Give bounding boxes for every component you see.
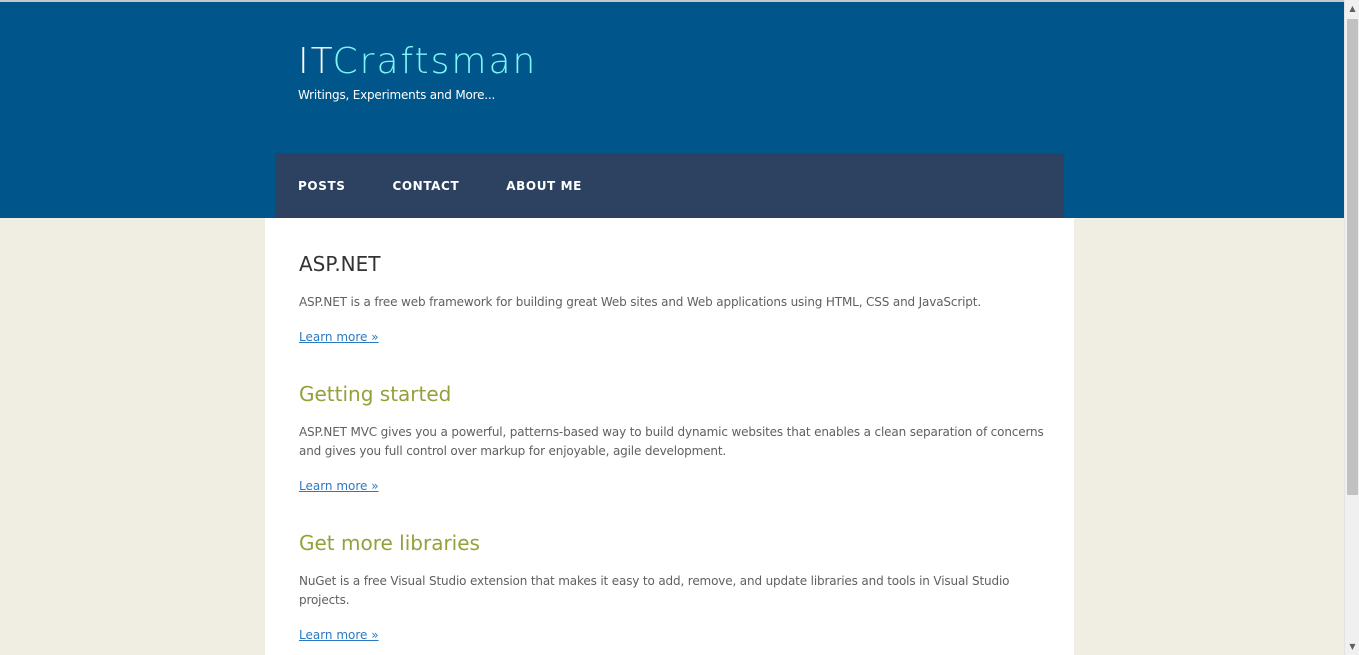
nav-item-posts[interactable]: POSTS xyxy=(298,179,345,193)
section-get-more-libraries: Get more libraries NuGet is a free Visua… xyxy=(299,530,1059,643)
scrollbar-thumb[interactable] xyxy=(1347,19,1358,495)
section-body: ASP.NET is a free web framework for buil… xyxy=(299,295,981,309)
section-heading: Getting started xyxy=(299,382,452,406)
chevron-down-icon[interactable]: ▼ xyxy=(1345,638,1359,655)
brand-part-craftsman: Craftsman xyxy=(332,41,538,82)
brand-part-it: IT xyxy=(298,41,333,82)
section-heading: ASP.NET xyxy=(299,252,381,276)
learn-more-link[interactable]: Learn more » xyxy=(299,330,379,344)
section-aspnet: ASP.NET ASP.NET is a free web framework … xyxy=(299,251,1059,345)
chevron-up-icon[interactable]: ▲ xyxy=(1345,0,1359,17)
learn-more-link[interactable]: Learn more » xyxy=(299,628,379,642)
main-content: ASP.NET ASP.NET is a free web framework … xyxy=(265,218,1074,655)
vertical-scrollbar[interactable]: ▲ ▼ xyxy=(1344,0,1359,655)
learn-more-link[interactable]: Learn more » xyxy=(299,479,379,493)
section-body: ASP.NET MVC gives you a powerful, patter… xyxy=(299,425,1044,458)
section-heading: Get more libraries xyxy=(299,531,480,555)
nav-item-about-me[interactable]: ABOUT ME xyxy=(506,179,582,193)
site-brand[interactable]: ITCraftsman xyxy=(298,40,537,84)
section-getting-started: Getting started ASP.NET MVC gives you a … xyxy=(299,381,1059,494)
section-body: NuGet is a free Visual Studio extension … xyxy=(299,574,1010,607)
site-tagline: Writings, Experiments and More... xyxy=(298,88,496,102)
nav-item-contact[interactable]: CONTACT xyxy=(392,179,459,193)
main-nav: POSTS CONTACT ABOUT ME xyxy=(275,153,1064,218)
